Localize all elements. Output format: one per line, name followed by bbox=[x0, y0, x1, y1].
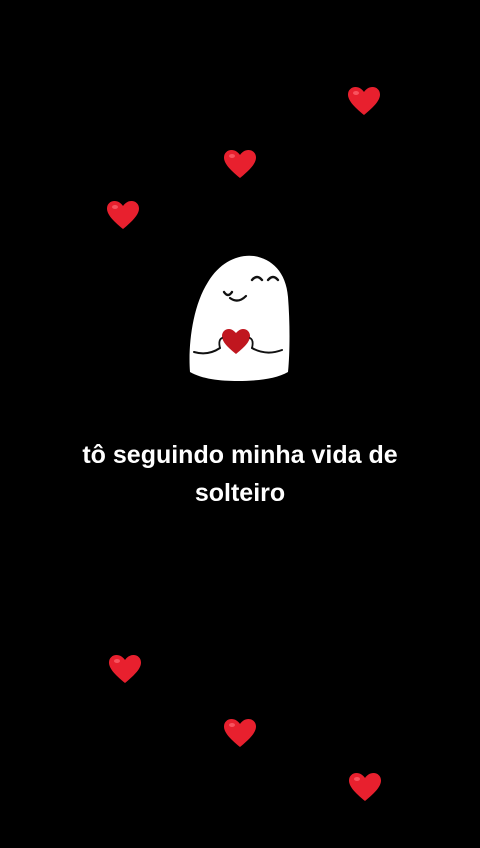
heart-icon bbox=[106, 200, 140, 230]
heart-icon bbox=[223, 718, 257, 748]
heart-icon bbox=[347, 86, 381, 116]
heart-icon bbox=[223, 149, 257, 179]
ghost-holding-heart-icon bbox=[186, 252, 292, 382]
caption-text: tô seguindo minha vida de solteiro bbox=[40, 436, 440, 512]
heart-icon bbox=[348, 772, 382, 802]
heart-icon bbox=[108, 654, 142, 684]
caption-line-2: solteiro bbox=[194, 479, 286, 507]
caption-line-1: tô seguindo minha vida de bbox=[82, 441, 398, 469]
